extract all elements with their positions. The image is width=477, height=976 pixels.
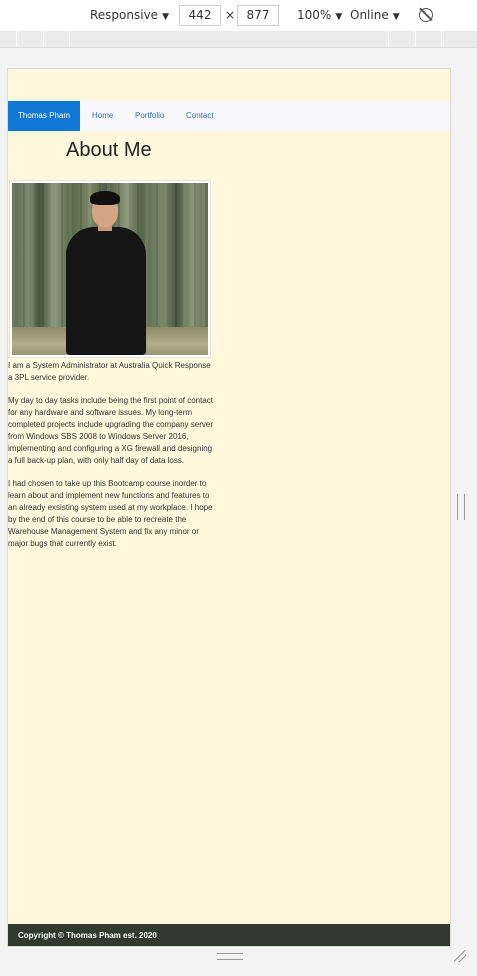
resize-handle-bottom[interactable] <box>217 953 243 960</box>
ruler-divider <box>415 31 416 47</box>
ruler-divider <box>441 31 442 47</box>
device-dropdown-icon: ▼ <box>162 12 169 22</box>
about-content: I am a System Administrator at Australia… <box>8 360 214 561</box>
ruler-divider <box>69 31 70 47</box>
navbar: Thomas Pham Home Portfolio Contact <box>8 101 450 131</box>
profile-photo <box>12 183 208 355</box>
footer-copyright: Copyright © Thomas Pham est. 2020 <box>18 931 157 940</box>
page-viewport: Thomas Pham Home Portfolio Contact About… <box>8 69 450 946</box>
about-paragraph: I am a System Administrator at Australia… <box>8 361 211 382</box>
viewport-height-input[interactable]: 877 <box>237 5 279 26</box>
footer: Copyright © Thomas Pham est. 2020 <box>8 924 450 946</box>
zoom-dropdown-icon: ▼ <box>335 12 343 22</box>
throttle-select[interactable]: Online ▼ <box>350 8 400 22</box>
devtools-device-toolbar: Responsive ▼ 442 × 877 100% ▼ Online ▼ <box>0 0 477 32</box>
throttle-dropdown-icon: ▼ <box>392 12 400 22</box>
about-paragraph: My day to day tasks include being the fi… <box>8 396 214 465</box>
ruler-divider <box>43 31 44 47</box>
device-select-label: Responsive <box>90 8 159 22</box>
throttle-select-label: Online <box>350 8 389 22</box>
zoom-select[interactable]: 100% ▼ <box>297 8 342 22</box>
dimension-separator: × <box>225 8 236 22</box>
photo-person-hair <box>90 191 120 205</box>
ruler-divider <box>388 31 389 47</box>
about-paragraph: I had chosen to take up this Bootcamp co… <box>8 479 213 548</box>
device-select[interactable]: Responsive ▼ <box>90 8 169 22</box>
resize-handle-corner-icon[interactable] <box>454 950 466 962</box>
ruler-divider <box>16 31 17 47</box>
profile-photo-frame <box>9 180 211 358</box>
nav-link-home[interactable]: Home <box>92 101 113 131</box>
viewport-width-input[interactable]: 442 <box>179 5 221 26</box>
nav-link-portfolio[interactable]: Portfolio <box>135 101 164 131</box>
photo-person-body <box>66 227 146 355</box>
zoom-select-label: 100% <box>297 8 332 22</box>
rotate-icon[interactable] <box>419 8 433 22</box>
navbar-brand[interactable]: Thomas Pham <box>8 101 80 131</box>
media-query-ruler <box>0 31 477 48</box>
resize-handle-right[interactable] <box>457 494 465 520</box>
page-title: About Me <box>66 139 152 161</box>
nav-link-contact[interactable]: Contact <box>186 101 214 131</box>
